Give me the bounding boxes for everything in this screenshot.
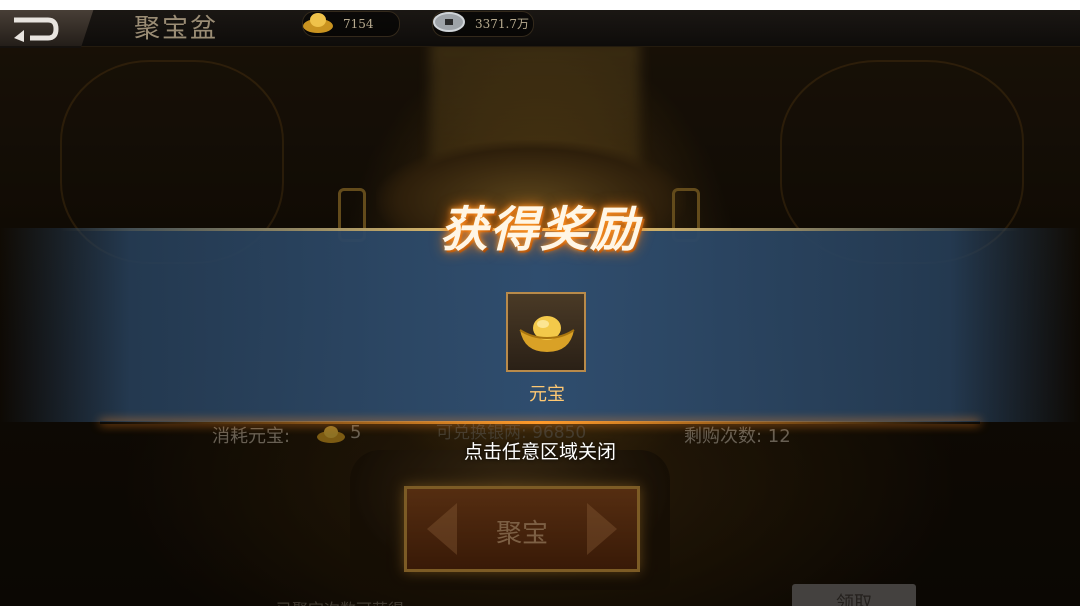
gold-ingot-icon [519,316,575,352]
reward-title: 获得奖励 [439,202,640,258]
back-button[interactable] [0,8,94,48]
coin-currency: 3371.7万 [432,11,534,37]
top-status-strip [0,0,1080,10]
silver-coin-icon [433,12,465,32]
reward-item-name: 元宝 [529,384,565,405]
page-title: 聚宝盆 [134,14,219,44]
ingot-currency: 7154 [302,11,400,37]
gold-ingot-icon [303,13,333,33]
close-hint: 点击任意区域关闭 [463,441,616,463]
banner-bottom-glow [100,421,980,424]
back-arrow-icon [14,17,59,42]
ingot-amount: 7154 [343,17,374,31]
reward-item-slot[interactable] [506,292,586,372]
coin-amount: 3371.7万 [475,17,529,31]
